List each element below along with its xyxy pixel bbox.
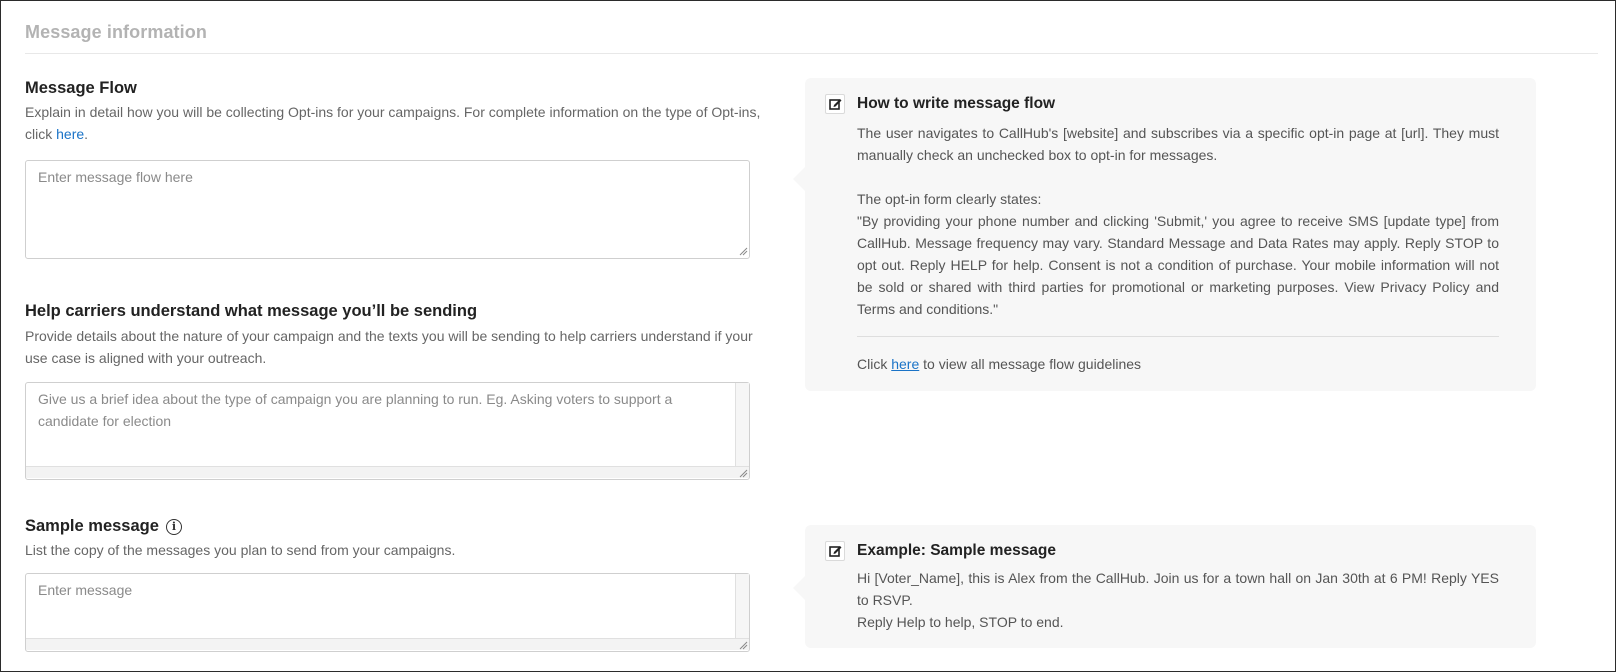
help-carriers-description: Provide details about the nature of your…	[25, 328, 753, 366]
sample-message-description: List the copy of the messages you plan t…	[25, 542, 456, 558]
sample-message-vertical-scrollbar[interactable]	[735, 574, 749, 638]
card-pointer	[793, 576, 805, 600]
flow-card-footer-suffix: to view all message flow guidelines	[923, 356, 1142, 372]
message-flow-guide-card: How to write message flow The user navig…	[793, 78, 1536, 391]
message-flow-description-text: Explain in detail how you will be collec…	[25, 104, 761, 142]
message-flow-description: Explain in detail how you will be collec…	[25, 101, 765, 145]
card-divider	[857, 336, 1499, 337]
help-carriers-horizontal-scrollbar[interactable]	[26, 466, 749, 478]
section-title: Message information	[25, 22, 207, 42]
section-divider	[25, 53, 1598, 54]
sample-message-horizontal-scrollbar[interactable]	[26, 638, 749, 650]
flow-card-title: How to write message flow	[857, 95, 1056, 112]
message-flow-description-period: .	[84, 126, 89, 142]
flow-card-footer-prefix: Click	[857, 356, 888, 372]
message-flow-guidelines-link[interactable]: here	[891, 356, 919, 372]
sample-card-title: Example: Sample message	[857, 542, 1057, 559]
resize-grip-icon[interactable]	[738, 468, 748, 478]
resize-grip-icon[interactable]	[738, 640, 748, 650]
edit-icon	[825, 94, 845, 114]
flow-card-footer: Click here to view all message flow guid…	[857, 356, 1141, 372]
sample-message-title: Sample message	[25, 517, 159, 535]
flow-card-paragraph: The user navigates to CallHub's [website…	[857, 125, 1499, 163]
flow-card-body: The user navigates to CallHub's [website…	[857, 122, 1499, 320]
flow-card-optin-text: "By providing your phone number and clic…	[857, 213, 1499, 317]
help-carriers-vertical-scrollbar[interactable]	[735, 383, 749, 466]
info-icon[interactable]: i	[166, 519, 182, 535]
message-flow-textarea[interactable]	[25, 160, 750, 259]
opt-ins-info-link[interactable]: here	[56, 126, 84, 142]
message-flow-title: Message Flow	[25, 79, 137, 97]
sample-card-body: Hi [Voter_Name], this is Alex from the C…	[857, 567, 1499, 633]
flow-card-optin-heading: The opt-in form clearly states:	[857, 191, 1042, 207]
message-information-panel: Message information Message Flow Explain…	[0, 0, 1616, 672]
sample-card-line: Hi [Voter_Name], this is Alex from the C…	[857, 570, 1499, 608]
sample-card-line: Reply Help to help, STOP to end.	[857, 614, 1064, 630]
sample-message-example-card: Example: Sample message Hi [Voter_Name],…	[793, 525, 1536, 648]
help-carriers-title: Help carriers understand what message yo…	[25, 302, 478, 320]
resize-grip-icon[interactable]	[738, 246, 748, 256]
card-pointer	[793, 167, 805, 191]
edit-icon	[825, 541, 845, 561]
